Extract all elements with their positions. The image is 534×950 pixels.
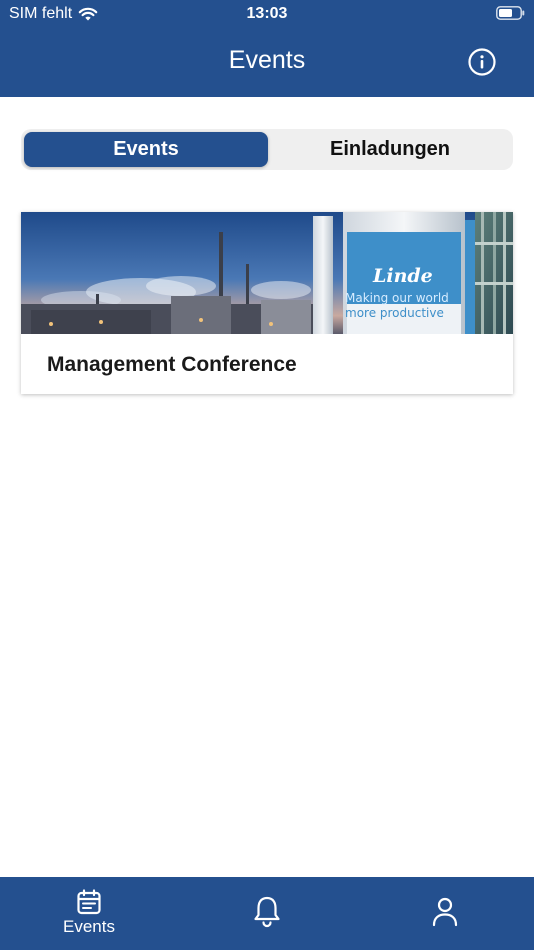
- tab-bar: Events: [0, 877, 534, 950]
- banner-slogan-line1: Making our world: [345, 291, 449, 305]
- status-time: 13:03: [246, 5, 288, 22]
- banner-slogan-line2: more productive: [345, 306, 444, 320]
- battery-icon: [496, 6, 525, 20]
- tab-notifications[interactable]: [222, 877, 312, 950]
- segment-invitations[interactable]: Einladungen: [270, 132, 510, 167]
- events-segmented-control: Events Einladungen: [21, 129, 513, 170]
- tab-profile[interactable]: [400, 877, 490, 950]
- tab-events[interactable]: Events: [44, 877, 134, 950]
- status-bar: SIM fehlt 13:03: [0, 0, 534, 28]
- linde-logo-text: Linde: [372, 265, 433, 287]
- event-title: Management Conference: [47, 353, 297, 376]
- info-circle-icon[interactable]: [468, 48, 496, 76]
- navigation-bar: SIM fehlt 13:03 Events: [0, 0, 534, 97]
- calendar-icon: [77, 889, 101, 915]
- page-title: Events: [228, 46, 306, 74]
- event-card[interactable]: Linde Making our world more productive M…: [21, 212, 513, 394]
- bell-icon: [254, 896, 280, 928]
- tab-events-label: Events: [63, 917, 115, 936]
- event-banner-image: Linde Making our world more productive: [21, 212, 513, 334]
- person-icon: [432, 897, 458, 927]
- segment-events[interactable]: Events: [24, 132, 268, 167]
